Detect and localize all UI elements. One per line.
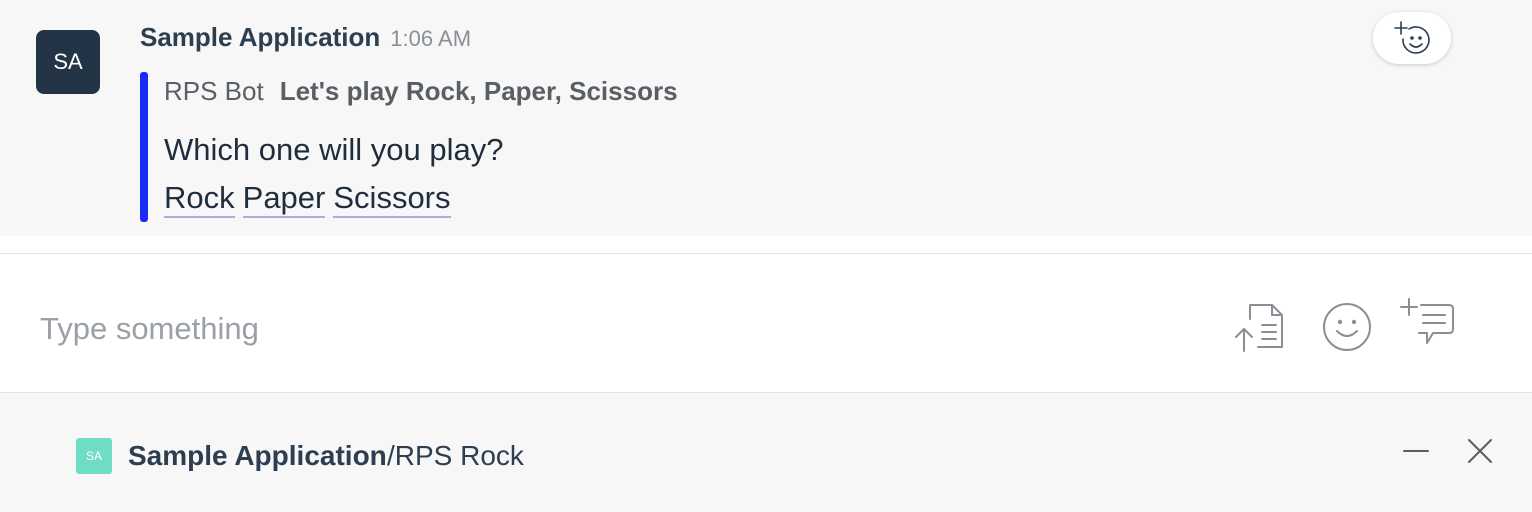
sender-avatar[interactable]: SA: [36, 30, 100, 94]
add-reaction-icon: [1394, 21, 1430, 54]
attachment-actions: Rock Paper Scissors: [164, 180, 459, 218]
action-scissors-button[interactable]: Scissors: [333, 180, 451, 218]
action-rock-button[interactable]: Rock: [164, 180, 235, 218]
file-upload-icon: [1235, 304, 1283, 352]
minimize-icon: [1403, 450, 1429, 452]
emoji-button[interactable]: [1318, 298, 1376, 356]
attachment-text: Which one will you play?: [164, 132, 504, 167]
message-composer: [0, 254, 1532, 392]
active-app-bar: SA Sample Application /RPS Rock: [0, 393, 1532, 512]
message-list-item: SA Sample Application 1:06 AM RPS Bot Le…: [0, 0, 1532, 236]
attachment-color-bar: [140, 72, 148, 222]
app-name: Sample Application: [128, 440, 387, 471]
attachment-title: Let's play Rock, Paper, Scissors: [279, 76, 678, 106]
attachment-author: RPS Bot: [164, 76, 264, 106]
message-input[interactable]: [40, 304, 1190, 354]
minimize-button[interactable]: [1398, 433, 1434, 469]
sender-avatar-initials: SA: [53, 49, 83, 74]
sender-name[interactable]: Sample Application: [140, 22, 380, 53]
app-avatar: SA: [76, 438, 112, 474]
file-upload-button[interactable]: [1230, 298, 1290, 356]
close-button[interactable]: [1462, 433, 1498, 469]
add-snippet-icon: [1400, 298, 1454, 344]
app-command: /RPS Rock: [387, 440, 524, 471]
action-paper-button[interactable]: Paper: [242, 180, 326, 218]
message-header: Sample Application 1:06 AM: [140, 22, 471, 53]
attachment-header: RPS Bot Let's play Rock, Paper, Scissors: [164, 76, 678, 107]
message-timestamp: 1:06 AM: [390, 26, 472, 51]
close-icon: [1468, 439, 1492, 463]
app-avatar-initials: SA: [85, 449, 102, 463]
add-snippet-button[interactable]: [1396, 294, 1458, 356]
emoji-icon: [1323, 303, 1371, 351]
add-reaction-button[interactable]: [1373, 12, 1451, 64]
